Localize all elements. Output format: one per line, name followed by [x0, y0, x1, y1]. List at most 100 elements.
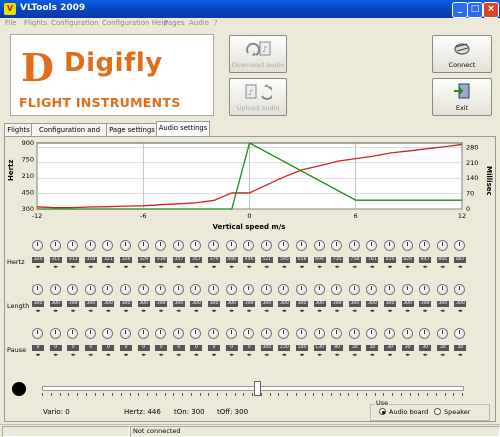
pause-knob[interactable] — [401, 328, 413, 339]
length-stepper-arrows[interactable]: ◂▸ — [243, 309, 255, 314]
pause-knob[interactable] — [296, 328, 307, 339]
menu-pages[interactable]: Pages — [164, 19, 185, 27]
hertz-knob[interactable] — [260, 240, 272, 251]
hertz-stepper-arrows[interactable]: ◂▸ — [155, 265, 167, 270]
pause-stepper-arrows[interactable]: ◂▸ — [384, 353, 396, 358]
hertz-knob[interactable] — [366, 240, 378, 251]
vario-slider-thumb[interactable] — [254, 381, 261, 396]
pause-stepper-arrows[interactable]: ◂▸ — [173, 353, 185, 358]
length-stepper-arrows[interactable]: ◂▸ — [138, 309, 150, 314]
length-knob[interactable] — [419, 284, 431, 295]
hertz-stepper-arrows[interactable]: ◂▸ — [384, 265, 396, 270]
pause-stepper-arrows[interactable]: ◂▸ — [138, 353, 150, 358]
pause-stepper-arrows[interactable]: ◂▸ — [226, 353, 238, 358]
pause-stepper-arrows[interactable]: ◂▸ — [349, 353, 361, 358]
length-knob[interactable] — [155, 284, 167, 295]
pause-stepper-arrows[interactable]: ◂▸ — [296, 353, 308, 358]
pause-knob[interactable] — [49, 328, 61, 339]
audio-board-radio[interactable] — [379, 408, 386, 415]
length-stepper-arrows[interactable]: ◂▸ — [155, 309, 167, 314]
pause-knob[interactable] — [225, 328, 237, 339]
hertz-stepper-arrows[interactable]: ◂▸ — [208, 265, 220, 270]
hertz-knob[interactable] — [278, 240, 290, 251]
length-knob[interactable] — [260, 284, 272, 295]
length-stepper-arrows[interactable]: ◂▸ — [102, 309, 114, 314]
pause-knob[interactable] — [384, 328, 395, 339]
length-knob[interactable] — [32, 284, 43, 295]
tab-page-settings[interactable]: Page settings — [106, 123, 158, 136]
upload-audio-button[interactable]: ♪ Upload audio — [229, 78, 287, 116]
pause-knob[interactable] — [366, 328, 378, 339]
length-stepper-arrows[interactable]: ◂▸ — [366, 309, 378, 314]
exit-button[interactable]: Exit — [432, 78, 492, 116]
pause-stepper-arrows[interactable]: ◂▸ — [314, 353, 326, 358]
length-stepper-arrows[interactable]: ◂▸ — [190, 309, 202, 314]
pause-knob[interactable] — [190, 328, 202, 339]
pause-knob[interactable] — [331, 328, 343, 339]
length-knob[interactable] — [384, 284, 395, 295]
menu-flights[interactable]: Flights — [24, 19, 47, 27]
tab-configuration-and-help[interactable]: Configuration and Help — [31, 123, 108, 146]
tab-audio-settings[interactable]: Audio settings — [156, 121, 210, 136]
pause-knob[interactable] — [278, 328, 290, 339]
hertz-knob[interactable] — [102, 240, 114, 251]
hertz-stepper-arrows[interactable]: ◂▸ — [190, 265, 202, 270]
hertz-stepper-arrows[interactable]: ◂▸ — [296, 265, 308, 270]
pause-stepper-arrows[interactable]: ◂▸ — [67, 353, 79, 358]
hertz-stepper-arrows[interactable]: ◂▸ — [331, 265, 343, 270]
length-stepper-arrows[interactable]: ◂▸ — [261, 309, 273, 314]
hertz-stepper-arrows[interactable]: ◂▸ — [366, 265, 378, 270]
length-stepper-arrows[interactable]: ◂▸ — [419, 309, 431, 314]
hertz-knob[interactable] — [454, 240, 466, 251]
length-stepper-arrows[interactable]: ◂▸ — [50, 309, 62, 314]
length-stepper-arrows[interactable]: ◂▸ — [384, 309, 396, 314]
pause-stepper-arrows[interactable]: ◂▸ — [402, 353, 414, 358]
hertz-stepper-arrows[interactable]: ◂▸ — [402, 265, 414, 270]
pause-stepper-arrows[interactable]: ◂▸ — [454, 353, 466, 358]
length-knob[interactable] — [436, 284, 448, 295]
pause-stepper-arrows[interactable]: ◂▸ — [366, 353, 378, 358]
download-audio-button[interactable]: ♪ Download audio — [229, 35, 287, 73]
pause-stepper-arrows[interactable]: ◂▸ — [243, 353, 255, 358]
menu-file[interactable]: File — [5, 19, 17, 27]
pause-knob[interactable] — [32, 328, 43, 339]
length-knob[interactable] — [208, 284, 219, 295]
hertz-knob[interactable] — [137, 240, 149, 251]
maximize-button[interactable]: □ — [467, 2, 483, 18]
length-knob[interactable] — [331, 284, 343, 295]
hertz-knob[interactable] — [436, 240, 448, 251]
hertz-stepper-arrows[interactable]: ◂▸ — [437, 265, 449, 270]
hertz-knob[interactable] — [243, 240, 255, 251]
pause-knob[interactable] — [436, 328, 448, 339]
length-stepper-arrows[interactable]: ◂▸ — [331, 309, 343, 314]
hertz-stepper-arrows[interactable]: ◂▸ — [314, 265, 326, 270]
pause-stepper-arrows[interactable]: ◂▸ — [190, 353, 202, 358]
hertz-stepper-arrows[interactable]: ◂▸ — [32, 265, 44, 270]
length-stepper-arrows[interactable]: ◂▸ — [226, 309, 238, 314]
length-stepper-arrows[interactable]: ◂▸ — [349, 309, 361, 314]
length-knob[interactable] — [243, 284, 255, 295]
pause-stepper-arrows[interactable]: ◂▸ — [102, 353, 114, 358]
hertz-stepper-arrows[interactable]: ◂▸ — [419, 265, 431, 270]
hertz-knob[interactable] — [172, 240, 184, 251]
pause-stepper-arrows[interactable]: ◂▸ — [331, 353, 343, 358]
length-knob[interactable] — [454, 284, 466, 295]
menu-help[interactable]: ? — [214, 19, 218, 27]
hertz-stepper-arrows[interactable]: ◂▸ — [349, 265, 361, 270]
hertz-stepper-arrows[interactable]: ◂▸ — [138, 265, 150, 270]
length-knob[interactable] — [172, 284, 184, 295]
length-knob[interactable] — [296, 284, 307, 295]
hertz-stepper-arrows[interactable]: ◂▸ — [173, 265, 185, 270]
pause-knob[interactable] — [102, 328, 114, 339]
length-knob[interactable] — [401, 284, 413, 295]
pause-stepper-arrows[interactable]: ◂▸ — [437, 353, 449, 358]
hertz-stepper-arrows[interactable]: ◂▸ — [278, 265, 290, 270]
length-stepper-arrows[interactable]: ◂▸ — [402, 309, 414, 314]
length-stepper-arrows[interactable]: ◂▸ — [278, 309, 290, 314]
length-stepper-arrows[interactable]: ◂▸ — [85, 309, 97, 314]
length-knob[interactable] — [120, 284, 131, 295]
length-stepper-arrows[interactable]: ◂▸ — [173, 309, 185, 314]
length-knob[interactable] — [366, 284, 378, 295]
hertz-knob[interactable] — [49, 240, 61, 251]
pause-knob[interactable] — [243, 328, 255, 339]
